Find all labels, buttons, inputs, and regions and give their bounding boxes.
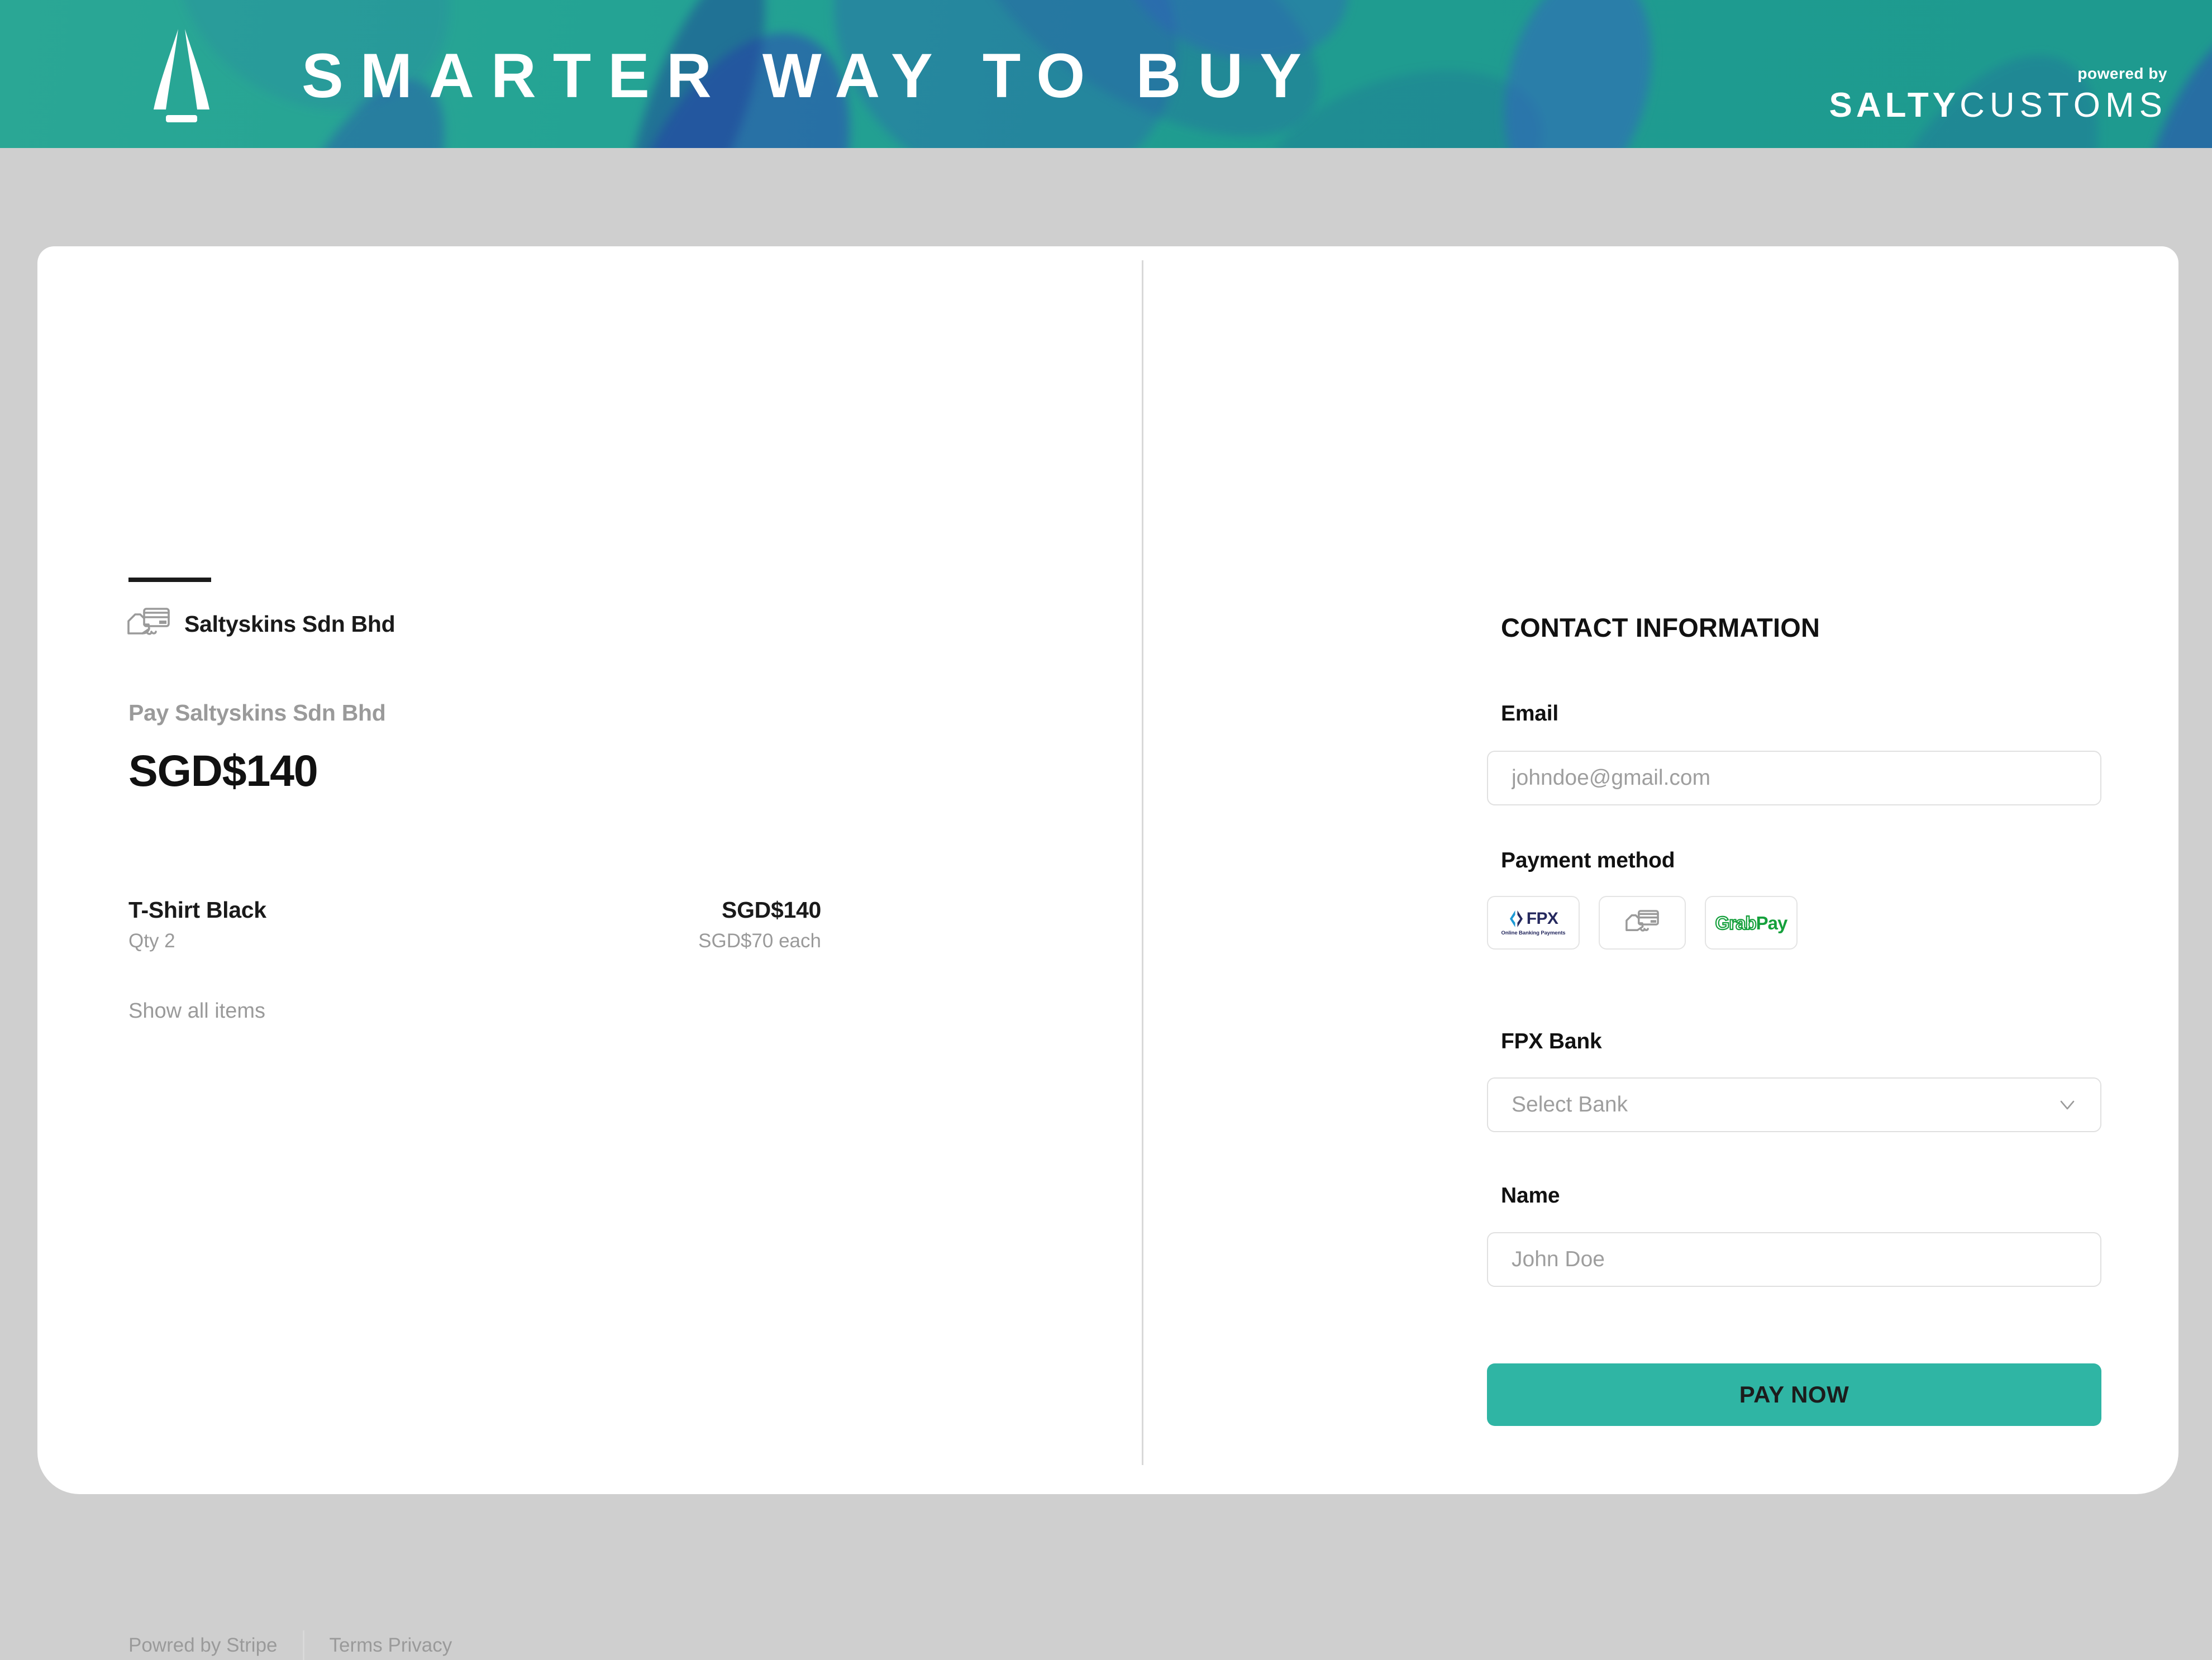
- payment-method-fpx[interactable]: FPX Online Banking Payments: [1487, 896, 1580, 950]
- banner-title: SMARTER WAY TO BUY: [302, 41, 1318, 111]
- name-input[interactable]: [1487, 1232, 2101, 1287]
- grabpay-pay-word: Pay: [1756, 912, 1788, 933]
- accent-bar: [128, 578, 211, 582]
- merchant-row: Saltyskins Sdn Bhd: [126, 605, 395, 642]
- terms-privacy-link[interactable]: Terms Privacy: [330, 1634, 452, 1657]
- checkout-card: Saltyskins Sdn Bhd Pay Saltyskins Sdn Bh…: [37, 246, 2178, 1660]
- section-title: CONTACT INFORMATION: [1501, 613, 1820, 642]
- fpx-tagline: Online Banking Payments: [1501, 929, 1566, 936]
- card-in-hand-icon: [1625, 910, 1659, 932]
- fpx-wordmark: FPX: [1526, 909, 1558, 928]
- saltycustoms-peak-logo-icon: [154, 29, 209, 122]
- brand-salty: SALTY: [1829, 86, 1960, 125]
- line-item-total: SGD$140: [722, 897, 821, 923]
- powered-by-stripe-link[interactable]: Powred by Stripe: [128, 1634, 278, 1657]
- email-label: Email: [1501, 702, 1559, 726]
- brand-customs: CUSTOMS: [1960, 86, 2167, 125]
- fpx-bank-select[interactable]: Select Bank: [1487, 1077, 2101, 1132]
- salty-customs-brand: powered by SALTYCUSTOMS: [1829, 66, 2167, 123]
- pay-merchant-label: Pay Saltyskins Sdn Bhd: [128, 700, 386, 726]
- pay-amount: SGD$140: [128, 746, 318, 795]
- grabpay-grab-word: Grab: [1715, 912, 1757, 933]
- fpx-bank-selected-value: Select Bank: [1512, 1093, 1628, 1117]
- name-label: Name: [1501, 1184, 1560, 1208]
- fpx-logo-icon: FPX Online Banking Payments: [1501, 910, 1566, 936]
- order-summary-pane: Saltyskins Sdn Bhd Pay Saltyskins Sdn Bh…: [37, 246, 1142, 1660]
- merchant-name: Saltyskins Sdn Bhd: [184, 610, 395, 637]
- line-item: T-Shirt Black SGD$140 Qty 2 SGD$70 each: [128, 897, 821, 952]
- pay-now-button[interactable]: PAY NOW: [1487, 1363, 2101, 1426]
- footer: Powred by Stripe Terms Privacy: [128, 1630, 452, 1660]
- payment-method-card[interactable]: [1599, 896, 1686, 950]
- payment-method-label: Payment method: [1501, 848, 1675, 872]
- grabpay-logo-icon: Grab Pay: [1715, 912, 1788, 933]
- footer-divider: [302, 1630, 304, 1660]
- email-input[interactable]: [1487, 751, 2101, 805]
- line-item-qty: Qty 2: [128, 930, 175, 952]
- card-in-hand-icon: [127, 608, 170, 635]
- promo-banner: SMARTER WAY TO BUY powered by SALTYCUSTO…: [0, 0, 2212, 148]
- powered-by-label: powered by: [2077, 65, 2167, 82]
- payment-method-options: FPX Online Banking Payments Grab Pay: [1487, 896, 1798, 950]
- line-item-name: T-Shirt Black: [128, 897, 266, 923]
- fpx-chevrons-icon: [1509, 910, 1523, 927]
- line-item-unit-price: SGD$70 each: [698, 930, 821, 952]
- show-all-items-link[interactable]: Show all items: [128, 999, 265, 1023]
- payment-method-grabpay[interactable]: Grab Pay: [1705, 896, 1798, 950]
- contact-information-pane: CONTACT INFORMATION Email Payment method…: [1142, 246, 2178, 1494]
- fpx-bank-label: FPX Bank: [1501, 1029, 1602, 1053]
- chevron-down-icon: [2060, 1100, 2075, 1110]
